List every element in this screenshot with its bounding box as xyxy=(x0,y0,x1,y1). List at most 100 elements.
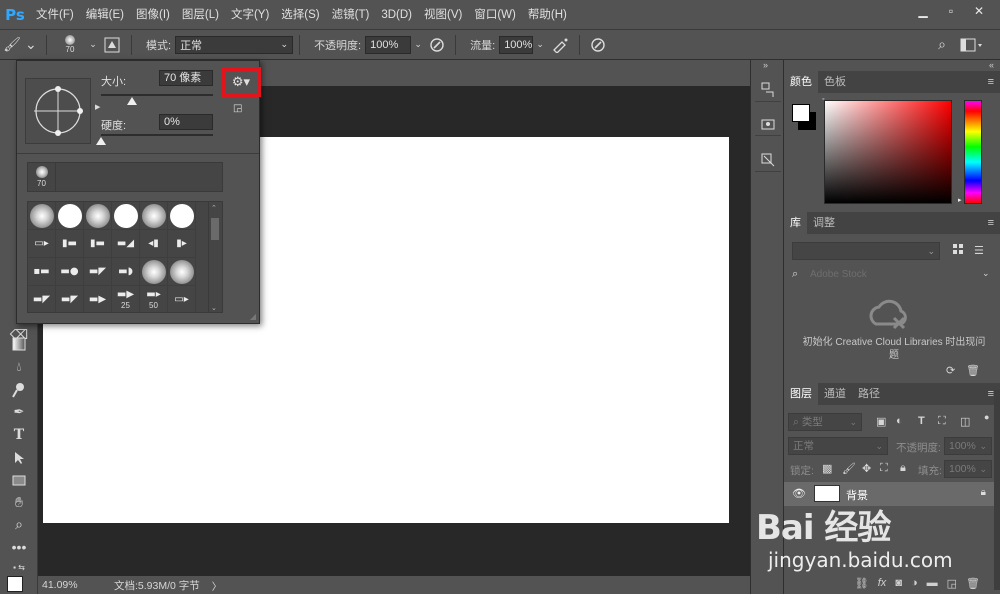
tab-swatches[interactable]: 色板 xyxy=(818,71,852,93)
brush-angle-preview[interactable] xyxy=(25,78,91,144)
filter-pixel-icon[interactable]: ▣ xyxy=(876,415,886,428)
menu-file[interactable]: 文件(F) xyxy=(30,0,80,30)
fill-field[interactable]: 100% ⌄ xyxy=(944,460,992,478)
tab-color[interactable]: 颜色 xyxy=(784,71,818,93)
new-preset-icon[interactable]: ◲ xyxy=(233,103,242,114)
gradient-tool-icon[interactable] xyxy=(8,334,30,354)
hardness-input[interactable]: 0% xyxy=(159,114,213,130)
scrollbar-thumb[interactable] xyxy=(211,218,219,240)
filter-adjustment-icon[interactable]: ◐ xyxy=(896,415,903,427)
add-mask-icon[interactable]: ◙ xyxy=(895,577,902,589)
status-menu-arrow-icon[interactable]: 〉 xyxy=(212,578,222,593)
mode-select[interactable]: 正常 ⌄ xyxy=(175,35,294,54)
tab-libraries[interactable]: 库 xyxy=(784,212,807,234)
filter-shape-icon[interactable]: ⛶ xyxy=(938,415,946,428)
more-tools-icon[interactable]: ••• xyxy=(8,537,30,557)
layer-style-icon[interactable]: fx xyxy=(878,577,887,589)
brush-preset-item[interactable]: ▬◢ xyxy=(112,230,140,258)
delete-layer-icon[interactable]: 🗑︎ xyxy=(966,577,980,590)
hardness-slider-thumb[interactable] xyxy=(96,137,106,145)
list-view-icon[interactable]: ☰ xyxy=(974,244,984,257)
size-input[interactable]: 70 像素 xyxy=(159,70,213,86)
brush-preset-picker[interactable]: 70 xyxy=(53,32,87,58)
brush-preset-item[interactable] xyxy=(112,202,140,230)
layer-name[interactable]: 背景 xyxy=(846,487,868,503)
brush-preset-item[interactable]: ▬▶ xyxy=(84,286,112,312)
new-group-icon[interactable]: ▬ xyxy=(927,577,938,589)
lock-pixels-icon[interactable]: 🖌︎ xyxy=(842,462,856,475)
brush-preset-item[interactable]: ▬◤ xyxy=(56,286,84,312)
layer-opacity-field[interactable]: 100% ⌄ xyxy=(944,437,992,455)
recent-brush-item[interactable]: 70 xyxy=(28,163,56,191)
rectangle-tool-icon[interactable] xyxy=(8,470,30,490)
dodge-tool-icon[interactable] xyxy=(8,380,30,400)
brush-preset-item[interactable]: ▮▬ xyxy=(84,230,112,258)
brush-preset-item[interactable]: ▬● xyxy=(56,258,84,286)
tab-paths[interactable]: 路径 xyxy=(852,383,886,405)
brush-preset-item[interactable]: ▮▬ xyxy=(56,230,84,258)
brush-preset-item[interactable] xyxy=(140,258,168,286)
brush-preset-item[interactable] xyxy=(84,202,112,230)
size-slider-thumb[interactable] xyxy=(127,97,138,105)
tab-channels[interactable]: 通道 xyxy=(818,383,852,405)
pressure-opacity-icon[interactable] xyxy=(425,37,449,53)
menu-select[interactable]: 选择(S) xyxy=(275,0,325,30)
workspace-icon[interactable] xyxy=(958,38,986,52)
scroll-down-icon[interactable]: ⌄ xyxy=(211,304,217,312)
panel-menu-icon[interactable]: ≡ xyxy=(988,71,1000,93)
brush-preset-item[interactable] xyxy=(56,202,84,230)
path-selection-tool-icon[interactable] xyxy=(8,448,30,468)
brush-preset-item[interactable]: ▬◤ xyxy=(28,286,56,312)
brush-tool-icon[interactable]: 🖌︎ ⌄ xyxy=(0,36,40,53)
menu-layer[interactable]: 图层(L) xyxy=(176,0,225,30)
brush-preset-item[interactable]: ▭▸ xyxy=(168,286,196,312)
hue-slider[interactable] xyxy=(964,100,982,204)
tab-adjustments[interactable]: 调整 xyxy=(807,212,841,234)
info-panel-icon[interactable] xyxy=(755,112,781,136)
hand-tool-icon[interactable]: ✋︎ xyxy=(8,492,30,512)
tab-layers[interactable]: 图层 xyxy=(784,383,818,405)
chevron-down-icon[interactable]: ⌄ xyxy=(533,39,547,50)
collapse-arrows-icon[interactable]: « xyxy=(989,60,994,70)
brush-preset-item[interactable]: ▬▶ 25 xyxy=(112,286,140,312)
menu-window[interactable]: 窗口(W) xyxy=(468,0,522,30)
library-select[interactable]: ⌄ xyxy=(792,242,940,260)
trash-icon[interactable]: 🗑︎ xyxy=(966,364,980,377)
grid-view-icon[interactable] xyxy=(952,243,964,258)
opacity-field[interactable]: 100% xyxy=(365,35,412,54)
stock-search-input[interactable]: Adobe Stock xyxy=(810,269,867,280)
menu-filter[interactable]: 滤镜(T) xyxy=(326,0,376,30)
foreground-color-swatch[interactable] xyxy=(7,576,23,592)
visibility-eye-icon[interactable]: 👁︎ xyxy=(792,487,806,500)
foreground-color-swatch[interactable] xyxy=(792,104,810,122)
airbrush-icon[interactable] xyxy=(547,37,573,53)
history-panel-icon[interactable] xyxy=(755,78,781,102)
type-tool-icon[interactable]: T xyxy=(8,425,30,445)
panel-menu-icon[interactable]: ≡ xyxy=(988,212,1000,234)
cc-sync-icon[interactable]: ⟳ xyxy=(946,364,955,377)
layer-row[interactable]: 👁︎ 背景 🔒︎ xyxy=(784,482,994,506)
new-layer-icon[interactable]: ◲ xyxy=(947,577,957,590)
swap-colors-icon[interactable]: ▪ ⇆ xyxy=(4,557,34,577)
restore-icon[interactable]: ▫ xyxy=(938,2,964,20)
brush-preset-item[interactable]: ▬◗ xyxy=(112,258,140,286)
collapse-arrows-icon[interactable]: » xyxy=(763,60,768,70)
lock-all-icon[interactable]: 🔒︎ xyxy=(900,462,906,475)
color-spectrum[interactable] xyxy=(824,100,952,204)
brush-preset-item[interactable] xyxy=(168,202,196,230)
chevron-down-icon[interactable]: ⌄ xyxy=(982,268,990,279)
menu-help[interactable]: 帮助(H) xyxy=(522,0,573,30)
preset-scrollbar[interactable]: ⌃ ⌄ xyxy=(208,202,222,312)
filter-smart-object-icon[interactable]: ◫ xyxy=(960,415,970,428)
brush-preset-item[interactable] xyxy=(28,202,56,230)
pressure-size-icon[interactable] xyxy=(586,37,610,53)
lock-artboard-icon[interactable]: ⛶ xyxy=(880,462,888,475)
chevron-down-icon[interactable]: ⌄ xyxy=(87,39,99,50)
filter-type-icon[interactable]: T xyxy=(918,415,925,427)
menu-type[interactable]: 文字(Y) xyxy=(225,0,275,30)
lock-transparency-icon[interactable]: ▩ xyxy=(822,462,832,475)
link-layers-icon[interactable]: ⛓︎ xyxy=(855,577,869,590)
menu-3d[interactable]: 3D(D) xyxy=(375,0,418,30)
scroll-up-icon[interactable]: ⌃ xyxy=(211,204,217,212)
layer-filter-select[interactable]: ⌕ 类型 ⌄ xyxy=(788,413,862,431)
